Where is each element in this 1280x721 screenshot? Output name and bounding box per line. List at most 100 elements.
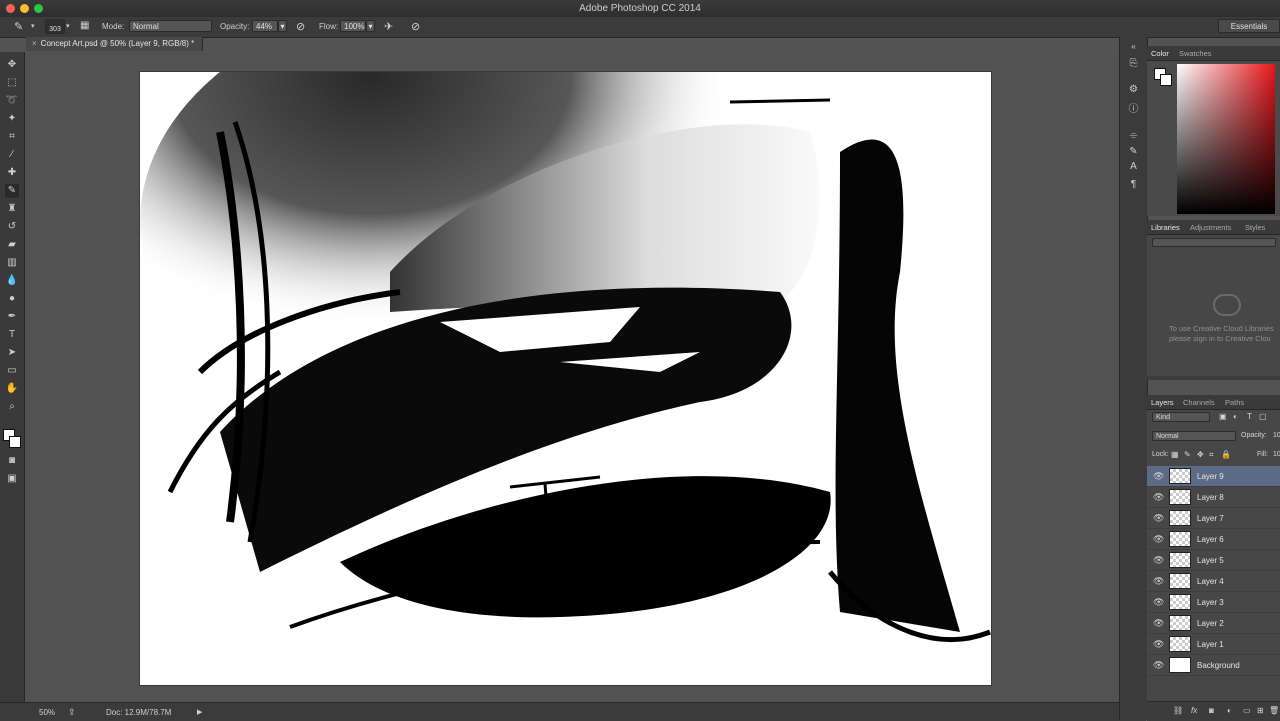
layer-blend-mode[interactable]: Normal bbox=[1152, 431, 1236, 441]
background-color-chip[interactable] bbox=[1160, 74, 1172, 86]
layer-row[interactable]: 👁 Background bbox=[1147, 655, 1280, 676]
pen-tool-icon[interactable]: ✒ bbox=[5, 310, 19, 324]
lock-artboard-icon[interactable]: ⌗ bbox=[1209, 450, 1214, 460]
brush-panel-icon[interactable]: ✎ bbox=[1127, 145, 1140, 158]
color-field[interactable] bbox=[1177, 64, 1275, 214]
layer-name[interactable]: Layer 6 bbox=[1197, 535, 1224, 544]
tab-channels[interactable]: Channels bbox=[1183, 398, 1215, 407]
quick-selection-tool-icon[interactable]: ✦ bbox=[5, 112, 19, 126]
layer-name[interactable]: Layer 3 bbox=[1197, 598, 1224, 607]
visibility-eye-icon[interactable]: 👁 bbox=[1153, 513, 1164, 524]
layer-row[interactable]: 👁 Layer 9 bbox=[1147, 466, 1280, 487]
tab-paths[interactable]: Paths bbox=[1225, 398, 1244, 407]
zoom-level[interactable]: 50% bbox=[39, 708, 55, 717]
character-panel-icon[interactable]: A bbox=[1127, 160, 1140, 173]
mode-select[interactable]: Normal bbox=[129, 20, 212, 32]
tab-styles[interactable]: Styles bbox=[1245, 223, 1265, 232]
layer-filter-kind[interactable]: Kind bbox=[1152, 412, 1210, 422]
library-select[interactable] bbox=[1152, 238, 1276, 247]
tab-libraries[interactable]: Libraries bbox=[1151, 223, 1180, 232]
marquee-tool-icon[interactable]: ⬚ bbox=[5, 76, 19, 90]
filter-pixel-icon[interactable]: ▣ bbox=[1219, 412, 1227, 421]
lasso-tool-icon[interactable]: ➰ bbox=[5, 94, 19, 108]
layer-name[interactable]: Layer 1 bbox=[1197, 640, 1224, 649]
opacity-input[interactable]: 44% bbox=[252, 20, 278, 32]
visibility-eye-icon[interactable]: 👁 bbox=[1153, 534, 1164, 545]
crop-tool-icon[interactable]: ⌗ bbox=[5, 130, 19, 144]
flow-input[interactable]: 100% bbox=[340, 20, 366, 32]
screen-mode-icon[interactable]: ▣ bbox=[5, 472, 19, 486]
filter-type-icon[interactable]: T bbox=[1247, 412, 1252, 421]
zoom-tool-icon[interactable]: ⌕ bbox=[5, 400, 19, 414]
opacity-slider-toggle[interactable]: ▾ bbox=[278, 20, 287, 32]
layer-row[interactable]: 👁 Layer 5 bbox=[1147, 550, 1280, 571]
eraser-tool-icon[interactable]: ▰ bbox=[5, 238, 19, 252]
path-selection-tool-icon[interactable]: ➤ bbox=[5, 346, 19, 360]
quick-mask-icon[interactable]: ◙ bbox=[5, 454, 19, 468]
layer-row[interactable]: 👁 Layer 4 bbox=[1147, 571, 1280, 592]
tab-layers[interactable]: Layers bbox=[1151, 398, 1174, 407]
visibility-eye-icon[interactable]: 👁 bbox=[1153, 597, 1164, 608]
brush-size-preview[interactable]: 303 bbox=[45, 19, 65, 34]
visibility-eye-icon[interactable]: 👁 bbox=[1153, 471, 1164, 482]
brush-tool-icon[interactable]: ✎ bbox=[5, 184, 19, 198]
lock-all-icon[interactable]: 🔒 bbox=[1221, 450, 1231, 459]
hand-tool-icon[interactable]: ✋ bbox=[5, 382, 19, 396]
history-panel-icon[interactable]: ⎘ bbox=[1127, 57, 1140, 70]
add-mask-icon[interactable]: ◙ bbox=[1209, 706, 1214, 715]
link-layers-icon[interactable]: ⛓ bbox=[1173, 706, 1183, 715]
collapse-dock-icon[interactable]: « bbox=[1127, 40, 1140, 53]
visibility-eye-icon[interactable]: 👁 bbox=[1153, 660, 1164, 671]
paragraph-panel-icon[interactable]: ¶ bbox=[1127, 178, 1140, 191]
background-color-swatch[interactable] bbox=[9, 436, 21, 448]
visibility-eye-icon[interactable]: 👁 bbox=[1153, 576, 1164, 587]
healing-brush-tool-icon[interactable]: ✚ bbox=[5, 166, 19, 180]
layer-name[interactable]: Layer 5 bbox=[1197, 556, 1224, 565]
shape-tool-icon[interactable]: ▭ bbox=[5, 364, 19, 378]
filter-adjustment-icon[interactable]: ◐ bbox=[1233, 412, 1238, 421]
layer-row[interactable]: 👁 Layer 8 bbox=[1147, 487, 1280, 508]
dodge-tool-icon[interactable]: ● bbox=[5, 292, 19, 306]
pressure-size-icon[interactable]: ⊘ bbox=[411, 21, 420, 33]
layer-name[interactable]: Background bbox=[1197, 661, 1240, 670]
layer-name[interactable]: Layer 8 bbox=[1197, 493, 1224, 502]
layer-row[interactable]: 👁 Layer 6 bbox=[1147, 529, 1280, 550]
layer-name[interactable]: Layer 4 bbox=[1197, 577, 1224, 586]
close-document-icon[interactable]: × bbox=[32, 39, 37, 48]
lock-transparent-icon[interactable]: ▦ bbox=[1171, 450, 1179, 459]
history-brush-tool-icon[interactable]: ↺ bbox=[5, 220, 19, 234]
layer-row[interactable]: 👁 Layer 7 bbox=[1147, 508, 1280, 529]
layer-style-icon[interactable]: fx bbox=[1191, 706, 1197, 715]
eyedropper-tool-icon[interactable]: ⁄ bbox=[5, 148, 19, 162]
lock-position-icon[interactable]: ✥ bbox=[1197, 450, 1204, 459]
airbrush-icon[interactable]: ✈ bbox=[384, 21, 393, 33]
pressure-opacity-icon[interactable]: ⊘ bbox=[296, 21, 305, 33]
brush-presets-icon[interactable]: ⌯ bbox=[1127, 129, 1140, 142]
tool-preset-chevron-icon[interactable]: ▾ bbox=[31, 21, 35, 33]
properties-panel-icon[interactable]: ⚙ bbox=[1127, 83, 1140, 96]
blur-tool-icon[interactable]: 💧 bbox=[5, 274, 19, 288]
document-canvas[interactable] bbox=[140, 72, 991, 685]
layer-name[interactable]: Layer 2 bbox=[1197, 619, 1224, 628]
layer-opacity-value[interactable]: 10 bbox=[1273, 432, 1280, 439]
layer-row[interactable]: 👁 Layer 1 bbox=[1147, 634, 1280, 655]
tab-swatches[interactable]: Swatches bbox=[1179, 49, 1212, 58]
lock-pixels-icon[interactable]: ✎ bbox=[1184, 450, 1191, 459]
visibility-eye-icon[interactable]: 👁 bbox=[1153, 492, 1164, 503]
status-menu-arrow-icon[interactable]: ▶ bbox=[197, 708, 202, 716]
type-tool-icon[interactable]: T bbox=[5, 328, 19, 342]
layer-name[interactable]: Layer 9 bbox=[1197, 472, 1224, 481]
visibility-eye-icon[interactable]: 👁 bbox=[1153, 555, 1164, 566]
fill-value[interactable]: 10 bbox=[1273, 451, 1280, 458]
workspace-switcher-button[interactable]: Essentials bbox=[1218, 19, 1280, 33]
document-tab[interactable]: × Concept Art.psd @ 50% (Layer 9, RGB/8) … bbox=[26, 37, 204, 51]
new-adjustment-layer-icon[interactable]: ◐ bbox=[1227, 706, 1232, 715]
layer-row[interactable]: 👁 Layer 3 bbox=[1147, 592, 1280, 613]
tab-adjustments[interactable]: Adjustments bbox=[1190, 223, 1231, 232]
gradient-tool-icon[interactable]: ▥ bbox=[5, 256, 19, 270]
layer-row[interactable]: 👁 Layer 2 bbox=[1147, 613, 1280, 634]
brush-picker-chevron-icon[interactable]: ▾ bbox=[66, 21, 70, 33]
delete-layer-icon[interactable]: 🗑 bbox=[1269, 706, 1279, 715]
share-icon[interactable]: ⇪ bbox=[68, 707, 76, 718]
move-tool-icon[interactable]: ✥ bbox=[5, 58, 19, 72]
